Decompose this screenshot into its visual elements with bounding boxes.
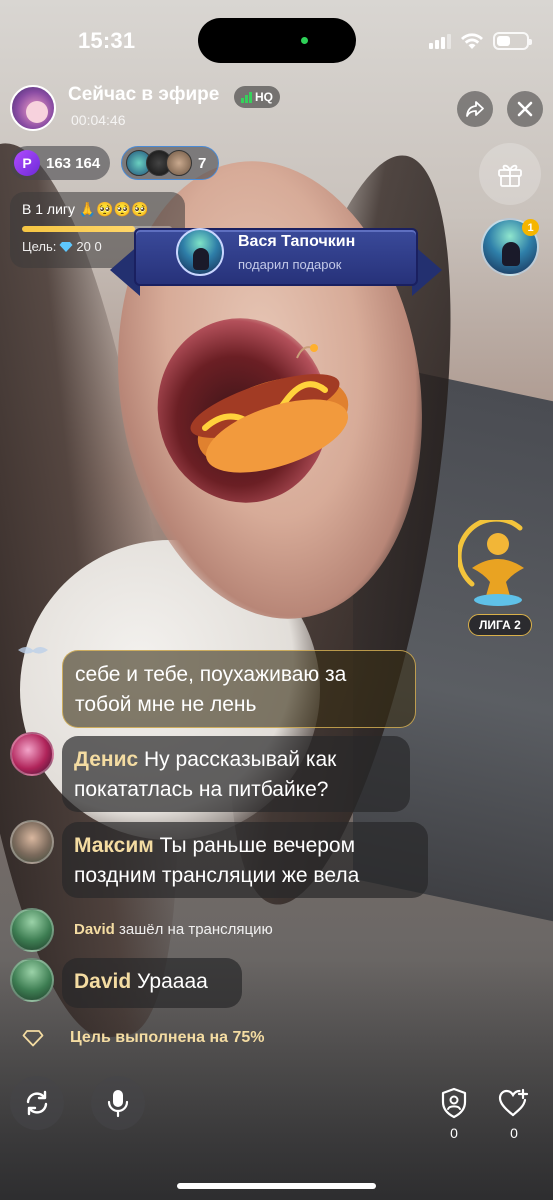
league-label: ЛИГА 2 — [468, 614, 532, 636]
cellular-signal-icon — [429, 33, 451, 49]
join-event: David зашёл на трансляцию — [74, 921, 273, 938]
chat-message-gift[interactable]: себе и тебе, поухаживаю за тобой мне не … — [62, 650, 416, 728]
join-username: David — [74, 921, 115, 938]
live-timer: 00:04:46 — [71, 112, 126, 128]
coins-count: 163 164 — [46, 154, 101, 172]
goal-diamond-icon — [22, 1030, 44, 1047]
chat-username: David — [74, 970, 132, 993]
hotdog-gift-animation — [190, 344, 349, 473]
camera-flip-icon — [26, 1090, 48, 1116]
viewers-count: 7 — [198, 154, 207, 172]
battery-icon — [493, 32, 532, 50]
microphone-button[interactable] — [91, 1076, 145, 1130]
gift-notification-banner: Вася Тапочкин подарил подарок — [110, 224, 442, 296]
chat-username: Денис — [74, 748, 139, 771]
microphone-icon — [107, 1090, 129, 1118]
quality-label: HQ — [255, 90, 273, 104]
guard-count: 0 — [450, 1125, 458, 1141]
gift-sender-avatar — [176, 228, 224, 276]
coins-chip[interactable]: P 163 164 — [10, 146, 111, 180]
viewer-avatar — [166, 150, 192, 176]
goal-event: Цель выполнена на 75% — [70, 1029, 265, 1046]
host-avatar[interactable] — [10, 85, 56, 131]
chat-avatar[interactable] — [10, 732, 54, 776]
quality-badge[interactable]: HQ — [234, 86, 280, 108]
gift-icon — [498, 164, 522, 187]
dynamic-island — [198, 18, 356, 63]
top-viewer-rank-badge: 1 — [522, 219, 539, 236]
status-time: 15:31 — [78, 28, 136, 53]
chat-message-text: Ураааа — [137, 970, 208, 993]
viewer-avatars — [126, 150, 192, 176]
chat-avatar[interactable] — [10, 958, 54, 1002]
chat-username: Максим — [74, 834, 154, 857]
status-icons — [429, 32, 532, 50]
wifi-icon — [461, 32, 483, 49]
join-text: зашёл на трансляцию — [119, 921, 273, 938]
close-icon — [517, 101, 533, 117]
league-trophy-icon — [456, 516, 524, 606]
share-icon — [466, 101, 484, 117]
like-button[interactable] — [496, 1085, 532, 1121]
gift-sender-name: Вася Тапочкин — [238, 233, 356, 250]
crown-wings-icon — [18, 647, 48, 654]
likes-count: 0 — [510, 1125, 518, 1141]
coin-icon: P — [14, 150, 40, 176]
chat-avatar[interactable] — [10, 820, 54, 864]
flip-camera-button[interactable] — [10, 1076, 64, 1130]
league-widget[interactable]: ЛИГА 2 — [456, 516, 544, 640]
home-indicator[interactable] — [177, 1183, 376, 1189]
heart-plus-icon — [498, 1088, 529, 1117]
goal-target-label: Цель: — [22, 239, 57, 254]
chat-message[interactable]: Максим Ты раньше вечером поздним трансля… — [62, 822, 428, 898]
gift-button[interactable] — [479, 143, 541, 205]
goal-title: В 1 лигу 🙏🥺🥺🥺 — [22, 201, 149, 217]
viewers-chip[interactable]: 7 — [121, 146, 220, 180]
chat-message[interactable]: Денис Ну рассказывай как покататлась на … — [62, 736, 410, 812]
diamond-icon — [59, 241, 73, 252]
share-button[interactable] — [457, 91, 493, 127]
camera-in-use-indicator — [301, 37, 308, 44]
gift-action-text: подарил подарок — [238, 257, 342, 272]
goal-target-value: 20 0 — [76, 239, 102, 254]
quality-bars-icon — [241, 91, 252, 103]
guard-button[interactable] — [436, 1085, 472, 1121]
live-title: Сейчас в эфире — [68, 84, 220, 105]
chat-message[interactable]: David Ураааа — [62, 958, 242, 1008]
close-button[interactable] — [507, 91, 543, 127]
shield-user-icon — [441, 1087, 467, 1119]
chat-message-text: себе и тебе, поухаживаю за тобой мне не … — [75, 663, 347, 716]
chat-avatar[interactable] — [10, 908, 54, 952]
